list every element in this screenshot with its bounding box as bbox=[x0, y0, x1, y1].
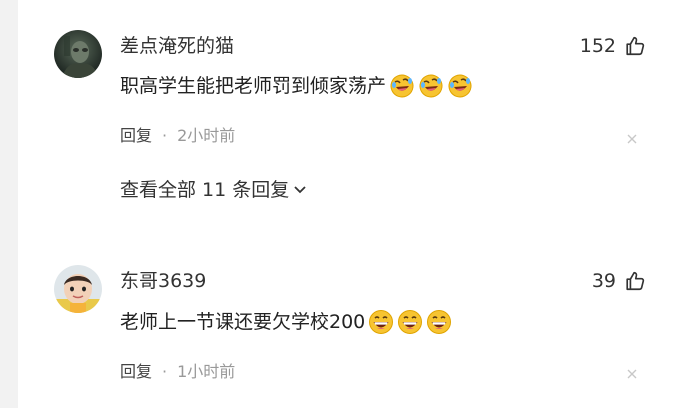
username[interactable]: 东哥3639 bbox=[120, 269, 206, 293]
rofl-emoji bbox=[447, 73, 473, 99]
timestamp: 1小时前 bbox=[177, 362, 236, 381]
grin-emoji bbox=[426, 309, 452, 335]
grin-emoji bbox=[368, 309, 394, 335]
close-icon[interactable] bbox=[626, 133, 638, 145]
comment-text: 老师上一节课还要欠学校200 bbox=[120, 308, 452, 336]
rofl-emoji bbox=[389, 73, 415, 99]
rofl-emoji bbox=[418, 73, 444, 99]
username[interactable]: 差点淹死的猫 bbox=[120, 34, 234, 58]
chevron-down-icon bbox=[294, 186, 306, 194]
avatar[interactable] bbox=[54, 265, 102, 313]
meta-separator: · bbox=[162, 362, 168, 381]
view-all-replies-link[interactable]: 查看全部 11 条回复 bbox=[120, 178, 307, 202]
reply-button[interactable]: 回复 bbox=[120, 126, 152, 146]
comment-meta: 回复 · 2小时前 bbox=[120, 126, 235, 146]
avatar-image bbox=[54, 265, 102, 313]
view-replies-label: 查看全部 11 条回复 bbox=[120, 179, 290, 201]
like-count: 152 bbox=[579, 35, 616, 57]
comment-body: 职高学生能把老师罚到倾家荡产 bbox=[120, 75, 387, 97]
like-button[interactable]: 39 bbox=[592, 269, 646, 293]
close-icon[interactable] bbox=[626, 368, 638, 380]
avatar[interactable] bbox=[54, 30, 102, 78]
timestamp: 2小时前 bbox=[177, 126, 236, 145]
thumbs-up-icon bbox=[626, 36, 645, 56]
thumbs-up-icon bbox=[626, 271, 645, 291]
comment-meta: 回复 · 1小时前 bbox=[120, 362, 235, 382]
like-count: 39 bbox=[591, 270, 616, 292]
comment-text: 职高学生能把老师罚到倾家荡产 bbox=[120, 72, 473, 100]
reply-button[interactable]: 回复 bbox=[120, 362, 152, 382]
left-gutter bbox=[0, 0, 18, 408]
avatar-image bbox=[54, 30, 102, 78]
comment-body: 老师上一节课还要欠学校200 bbox=[120, 311, 366, 333]
grin-emoji bbox=[397, 309, 423, 335]
meta-separator: · bbox=[162, 126, 168, 145]
like-button[interactable]: 152 bbox=[580, 34, 646, 58]
